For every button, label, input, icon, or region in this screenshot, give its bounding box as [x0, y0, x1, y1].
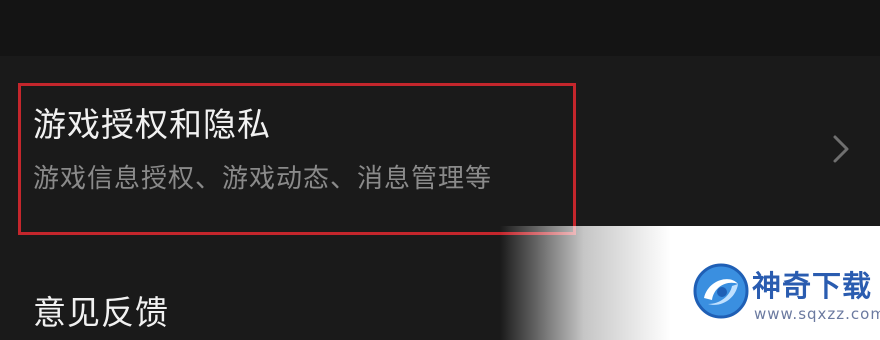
game-privacy-title: 游戏授权和隐私	[33, 105, 271, 144]
watermark-url: www.sqxzz.com	[754, 305, 880, 323]
game-privacy-subtitle: 游戏信息授权、游戏动态、消息管理等	[33, 164, 493, 194]
top-bar-area	[0, 0, 880, 56]
feedback-title: 意见反馈	[33, 293, 169, 332]
game-privacy-settings-item[interactable]: 游戏授权和隐私 游戏信息授权、游戏动态、消息管理等	[0, 56, 880, 246]
chevron-right-icon	[833, 135, 849, 163]
swirl-logo-icon	[693, 263, 749, 319]
watermark-brand: 神奇下载	[752, 269, 873, 303]
